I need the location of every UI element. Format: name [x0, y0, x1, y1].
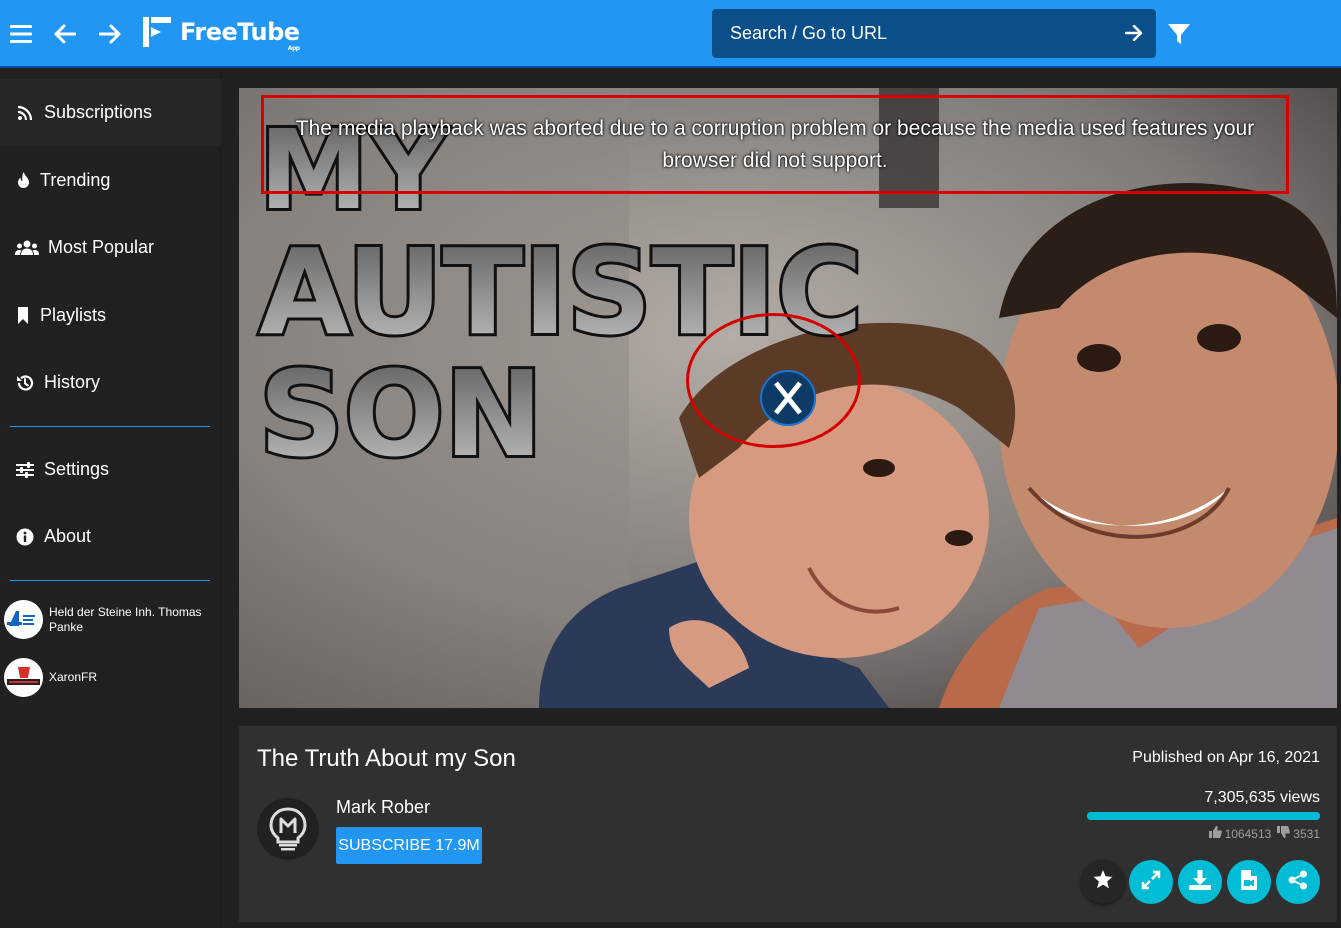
theatre-mode-button[interactable]: [1129, 860, 1173, 904]
like-ratio-bar: [1087, 812, 1320, 820]
freetube-logo-icon: [143, 17, 171, 47]
forward-arrow-icon[interactable]: [94, 18, 126, 50]
top-nav-bar: FreeTube App: [0, 0, 1341, 68]
likes-dislikes: 1064513 3531: [1208, 826, 1320, 841]
sidebar-item-trending[interactable]: Trending: [0, 147, 221, 214]
bookmark-icon: [14, 305, 32, 327]
channel-name: XaronFR: [49, 670, 98, 684]
channel-avatar: [4, 658, 43, 697]
sidebar-item-label: About: [44, 526, 92, 546]
sidebar-item-settings[interactable]: Settings: [0, 436, 221, 503]
sidebar-item-most-popular[interactable]: Most Popular: [0, 214, 221, 281]
freetube-logo[interactable]: FreeTube App: [142, 16, 300, 52]
app-sub-label: App: [287, 45, 300, 52]
like-ratio-fill: [1087, 812, 1320, 820]
channel-name: Held der Steine Inh. Thomas Panke: [49, 604, 202, 634]
app-name: FreeTube App: [180, 18, 300, 52]
video-title: The Truth About my Son: [257, 745, 516, 772]
users-icon: [14, 237, 40, 259]
sidebar-divider: [10, 426, 210, 427]
history-icon: [14, 372, 36, 394]
favorite-button[interactable]: [1081, 860, 1125, 904]
thumbs-down-icon: [1277, 826, 1291, 841]
lightbulb-logo-icon: [269, 807, 307, 851]
search-input[interactable]: [730, 23, 1110, 44]
published-date: Published on Apr 16, 2021: [1132, 749, 1320, 766]
share-button[interactable]: [1276, 860, 1320, 904]
subscribe-button[interactable]: SUBSCRIBE 17.9M: [336, 827, 482, 864]
error-x-icon: [760, 370, 816, 426]
view-count: 7,305,635 views: [1204, 789, 1320, 806]
sidebar-item-label: History: [44, 372, 101, 392]
share-icon: [1288, 870, 1308, 895]
expand-icon: [1141, 870, 1161, 895]
sidebar-item-about[interactable]: About: [0, 503, 221, 570]
channel-avatar: [4, 600, 43, 639]
playback-error-message: The media playback was aborted due to a …: [295, 116, 1255, 172]
thumbnail-title-line-3: SON: [259, 345, 543, 483]
sidebar-item-subscriptions[interactable]: Subscriptions: [0, 79, 221, 146]
dislike-count: 3531: [1293, 826, 1320, 841]
sliders-icon: [14, 459, 36, 481]
filter-icon[interactable]: [1165, 18, 1193, 50]
info-icon: [14, 526, 36, 548]
sidebar-divider: [10, 580, 210, 581]
sidebar-item-playlists[interactable]: Playlists: [0, 282, 221, 349]
like-count: 1064513: [1224, 826, 1272, 841]
subscription-channel-held-der-steine[interactable]: Held der Steine Inh. Thomas Panke: [4, 600, 218, 639]
search-box: [712, 9, 1156, 58]
back-arrow-icon[interactable]: [49, 18, 81, 50]
channel-avatar[interactable]: [257, 798, 319, 860]
download-button[interactable]: [1178, 860, 1222, 904]
sidebar-item-label: Trending: [40, 170, 111, 190]
sidebar-item-label: Subscriptions: [44, 102, 153, 122]
playback-error-overlay: The media playback was aborted due to a …: [261, 95, 1289, 194]
fire-icon: [14, 170, 32, 192]
rss-icon: [14, 102, 36, 124]
search-go-arrow-icon[interactable]: [1122, 21, 1146, 45]
file-video-icon: [1241, 869, 1257, 895]
thumbs-up-icon: [1208, 826, 1222, 841]
video-info-panel: The Truth About my Son Mark Rober SUBSCR…: [239, 726, 1337, 922]
channel-name[interactable]: Mark Rober: [336, 797, 430, 818]
star-icon: [1093, 870, 1113, 894]
sidebar-item-label: Playlists: [40, 305, 107, 325]
subscription-channel-xaronfr[interactable]: XaronFR: [4, 658, 218, 697]
sidebar-item-label: Settings: [44, 459, 110, 479]
download-icon: [1189, 869, 1211, 895]
sidebar-item-history[interactable]: History: [0, 349, 221, 416]
external-player-button[interactable]: [1227, 860, 1271, 904]
sidebar: Subscriptions Trending Most Popular Play…: [0, 70, 221, 928]
sidebar-item-label: Most Popular: [48, 237, 155, 257]
menu-icon[interactable]: [5, 18, 37, 50]
